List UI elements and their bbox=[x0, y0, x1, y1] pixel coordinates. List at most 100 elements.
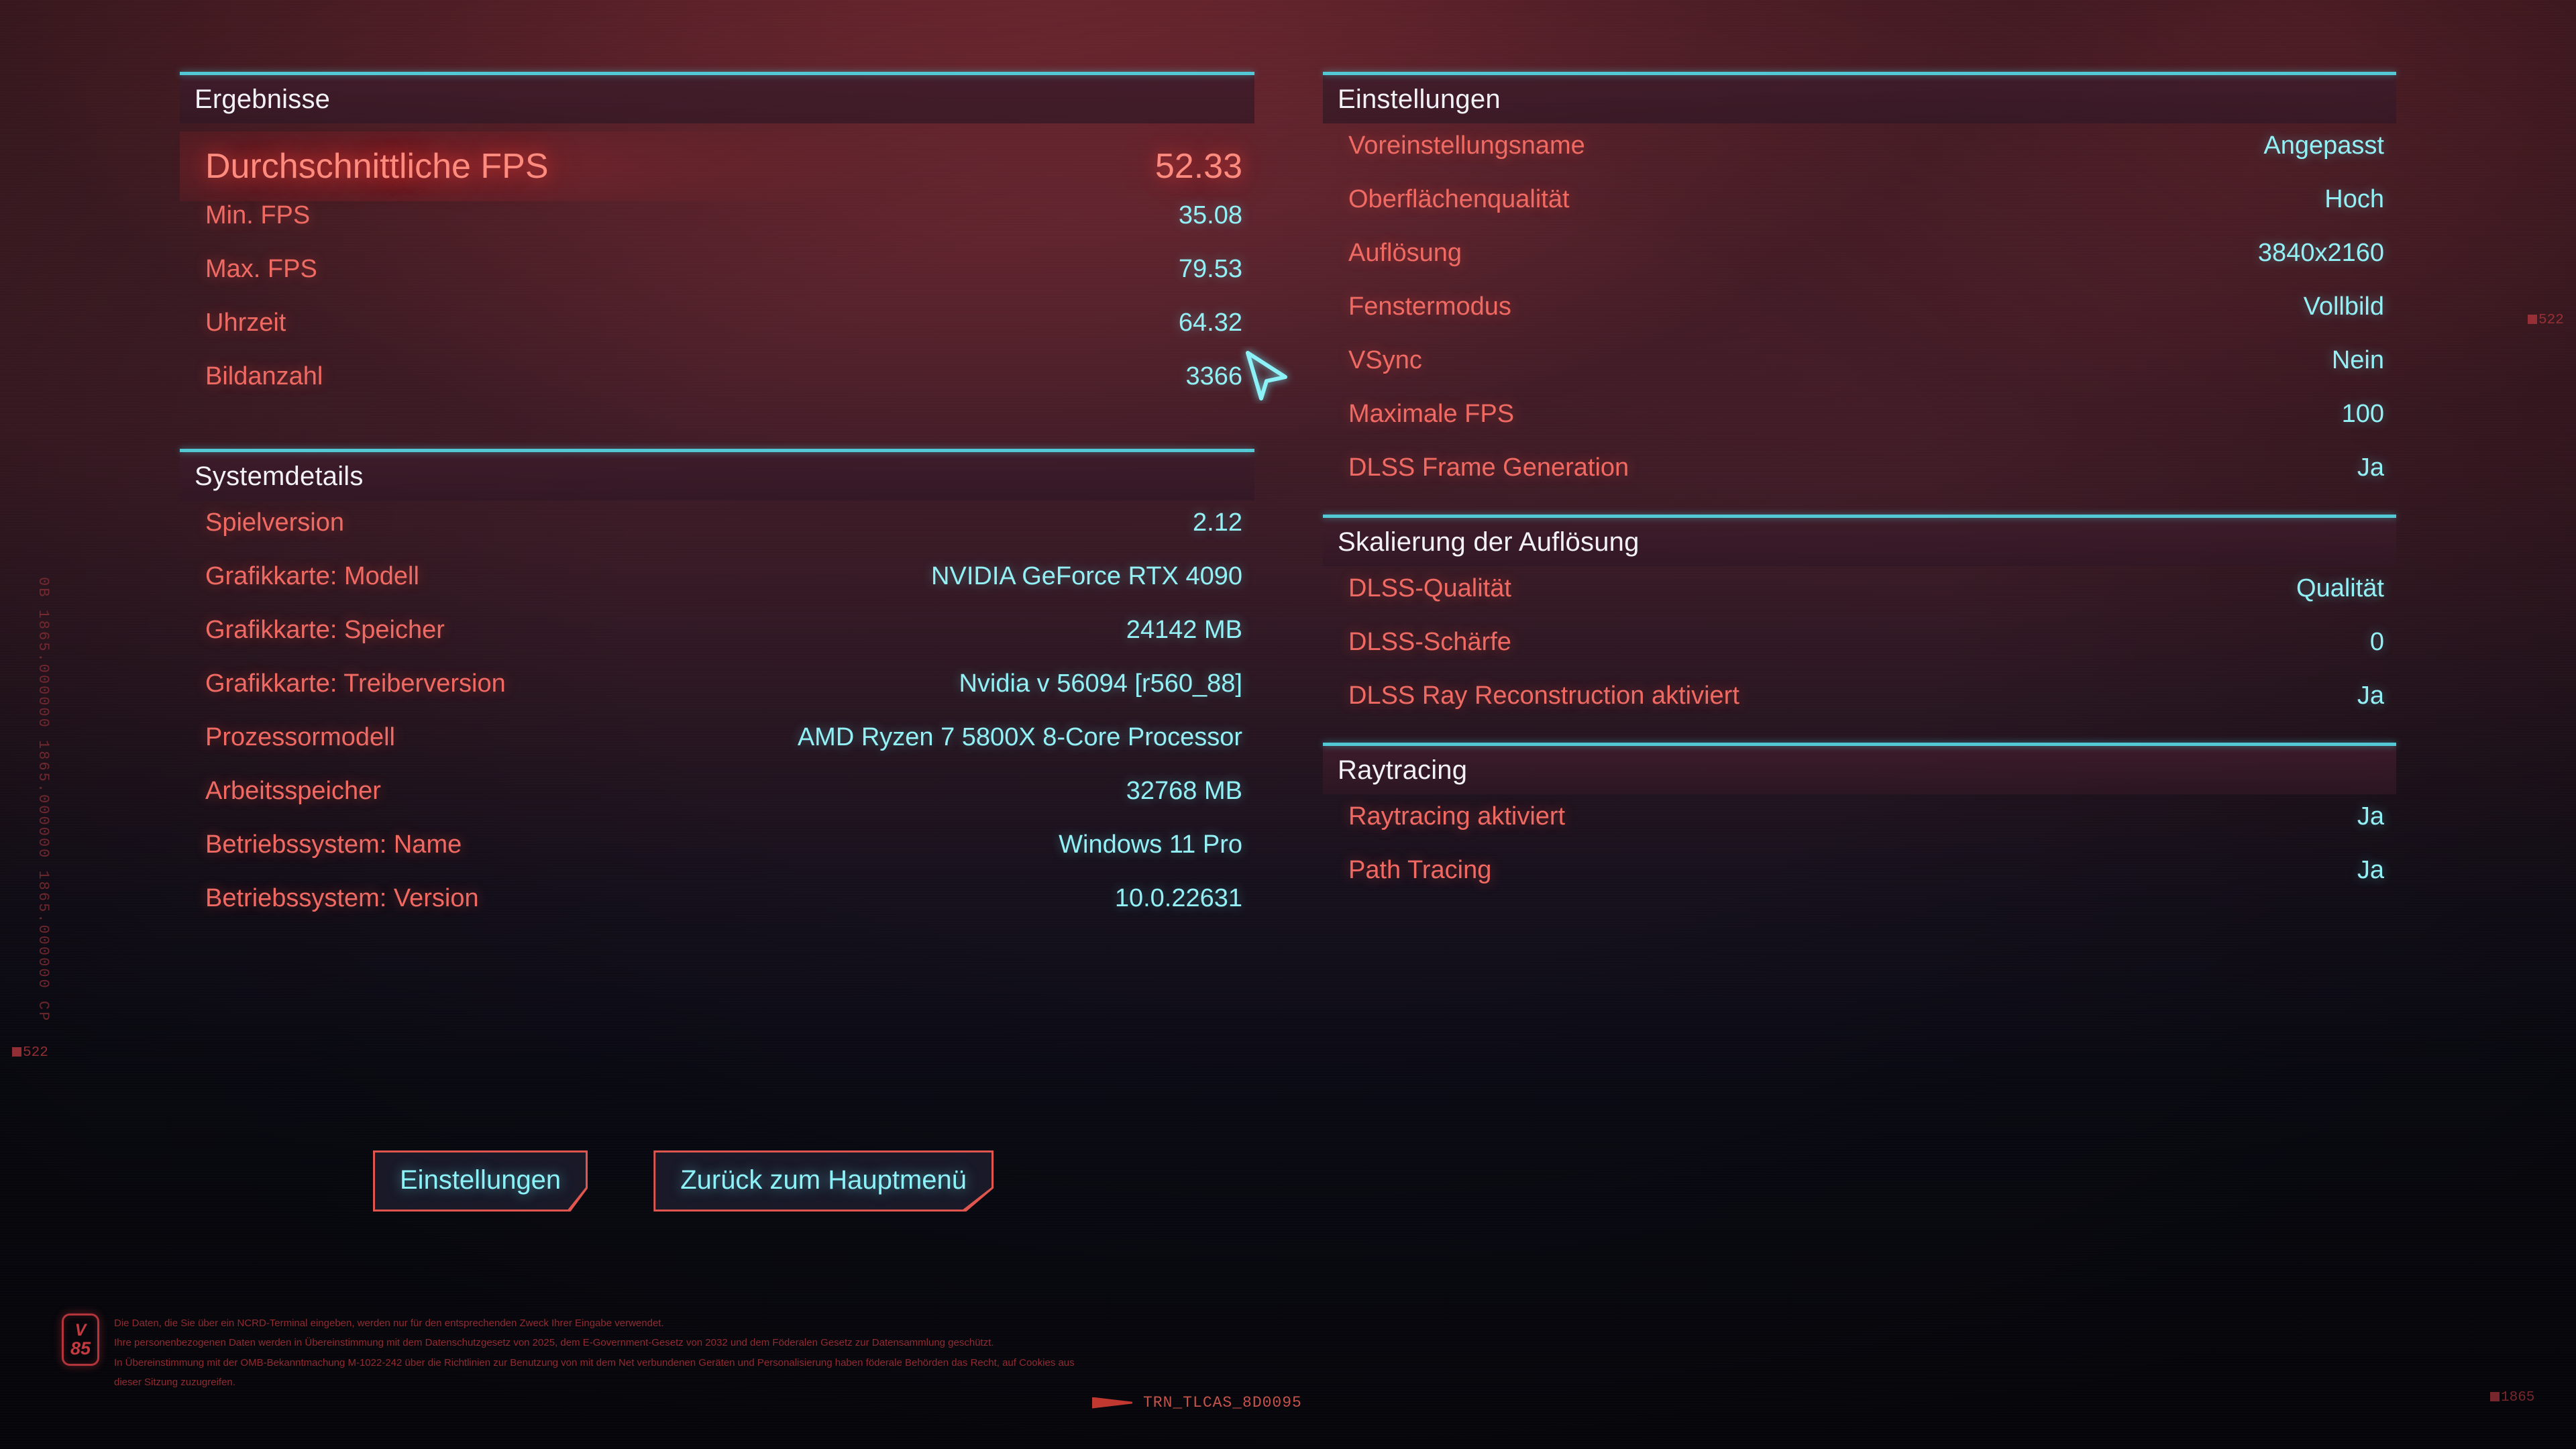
system-details-row-value: 32768 MB bbox=[1126, 777, 1242, 805]
raytracing-row-value: Ja bbox=[2357, 802, 2384, 830]
settings-button[interactable]: Einstellungen bbox=[373, 1150, 588, 1212]
deco-marker-left-label: 522 bbox=[23, 1045, 48, 1061]
settings-rows: Voreinstellungsname Angepasst Oberflächenq… bbox=[1323, 127, 2396, 507]
system-details-panel-title: Systemdetails bbox=[195, 462, 364, 491]
results-panel-header: Ergebnisse bbox=[180, 72, 1254, 123]
deco-square-icon bbox=[2528, 315, 2537, 324]
right-column: Einstellungen Voreinstellungsname Angepas… bbox=[1323, 72, 2396, 910]
footer-legal-block: V 85 Die Daten, die Sie über ein NCRD-Te… bbox=[62, 1313, 1075, 1392]
results-row: Max. FPS 79.53 bbox=[180, 255, 1254, 309]
legal-text-line: In Übereinstimmung mit der OMB-Bekanntma… bbox=[114, 1356, 1075, 1368]
system-details-row-label: Betriebssystem: Version bbox=[205, 884, 479, 912]
settings-row-value: Hoch bbox=[2324, 185, 2384, 213]
results-row-value: 52.33 bbox=[1155, 147, 1242, 186]
settings-row-label: Voreinstellungsname bbox=[1348, 131, 1585, 160]
system-details-row-value: Nvidia v 56094 [r560_88] bbox=[959, 669, 1242, 698]
v85-badge-icon: V 85 bbox=[62, 1313, 99, 1366]
system-details-row-label: Spielversion bbox=[205, 508, 344, 537]
left-column: Ergebnisse Durchschnittliche FPS 52.33 Min… bbox=[180, 72, 1254, 938]
settings-button-label: Einstellungen bbox=[400, 1165, 561, 1195]
results-row: Uhrzeit 64.32 bbox=[180, 309, 1254, 362]
resolution-scaling-panel: Skalierung der Auflösung DLSS-Qualität Qu… bbox=[1323, 515, 2396, 735]
system-details-panel-header: Systemdetails bbox=[180, 449, 1254, 500]
settings-row: Voreinstellungsname Angepasst bbox=[1323, 131, 2396, 185]
results-row-label: Bildanzahl bbox=[205, 362, 323, 390]
settings-row-label: DLSS Frame Generation bbox=[1348, 453, 1629, 482]
resolution-scaling-row: DLSS-Qualität Qualität bbox=[1323, 574, 2396, 628]
settings-row-value: Angepasst bbox=[2263, 131, 2384, 160]
system-details-row-label: Grafikkarte: Speicher bbox=[205, 616, 445, 644]
v85-badge-top: V bbox=[74, 1320, 87, 1340]
resolution-scaling-row-value: 0 bbox=[2369, 628, 2384, 656]
settings-row-value: 100 bbox=[2341, 400, 2384, 428]
raytracing-panel: Raytracing Raytracing aktiviert Ja Path Tr… bbox=[1323, 743, 2396, 910]
v85-badge-bottom: 85 bbox=[70, 1338, 91, 1358]
system-details-row-value: Windows 11 Pro bbox=[1059, 830, 1242, 859]
raytracing-panel-header: Raytracing bbox=[1323, 743, 2396, 794]
raytracing-row-label: Path Tracing bbox=[1348, 856, 1492, 884]
results-row-label: Uhrzeit bbox=[205, 309, 286, 337]
resolution-scaling-panel-header: Skalierung der Auflösung bbox=[1323, 515, 2396, 566]
system-details-row-value: 10.0.22631 bbox=[1114, 884, 1242, 912]
footer-code-label: TRN_TLCAS_8D0095 bbox=[1143, 1394, 1302, 1411]
settings-row-value: Ja bbox=[2357, 453, 2384, 482]
resolution-scaling-row-value: Qualität bbox=[2296, 574, 2384, 602]
results-rows: Durchschnittliche FPS 52.33 Min. FPS 35.08 M… bbox=[180, 127, 1254, 416]
settings-row: Maximale FPS 100 bbox=[1323, 400, 2396, 453]
resolution-scaling-row: DLSS-Schärfe 0 bbox=[1323, 628, 2396, 682]
raytracing-row: Raytracing aktiviert Ja bbox=[1323, 802, 2396, 856]
system-details-rows: Spielversion 2.12 Grafikkarte: Modell NVIDI… bbox=[180, 504, 1254, 938]
back-to-main-menu-button[interactable]: Zurück zum Hauptmenü bbox=[653, 1150, 994, 1212]
results-row-label: Durchschnittliche FPS bbox=[205, 147, 549, 186]
deco-square-icon bbox=[2490, 1392, 2500, 1401]
settings-row-label: Auflösung bbox=[1348, 239, 1462, 267]
raytracing-panel-title: Raytracing bbox=[1338, 755, 1468, 785]
settings-row-label: VSync bbox=[1348, 346, 1422, 374]
system-details-row: Prozessormodell AMD Ryzen 7 5800X 8-Core … bbox=[180, 723, 1254, 777]
system-details-row: Grafikkarte: Modell NVIDIA GeForce RTX 40… bbox=[180, 562, 1254, 616]
system-details-row-value: 24142 MB bbox=[1126, 616, 1242, 644]
results-row-value: 64.32 bbox=[1178, 309, 1242, 337]
system-details-row-label: Grafikkarte: Treiberversion bbox=[205, 669, 506, 698]
settings-row: Auflösung 3840x2160 bbox=[1323, 239, 2396, 292]
results-row-value: 3366 bbox=[1185, 362, 1242, 390]
button-bar: Einstellungen Zurück zum Hauptmenü bbox=[373, 1150, 994, 1212]
resolution-scaling-row-label: DLSS-Qualität bbox=[1348, 574, 1511, 602]
vertical-code-text: 0B 1865.000000 1865.000000 1865.000000 C… bbox=[35, 577, 52, 1023]
system-details-row-label: Betriebssystem: Name bbox=[205, 830, 462, 859]
back-to-main-menu-button-label: Zurück zum Hauptmenü bbox=[680, 1165, 967, 1195]
results-panel: Ergebnisse Durchschnittliche FPS 52.33 Min… bbox=[180, 72, 1254, 416]
deco-marker-right-label: 522 bbox=[2538, 313, 2564, 328]
deco-square-icon bbox=[12, 1047, 21, 1057]
footer-code-block: TRN_TLCAS_8D0095 bbox=[1092, 1394, 1302, 1411]
raytracing-row-value: Ja bbox=[2357, 856, 2384, 884]
settings-row-value: 3840x2160 bbox=[2257, 239, 2384, 267]
settings-row-value: Nein bbox=[2331, 346, 2384, 374]
system-details-row: Spielversion 2.12 bbox=[180, 508, 1254, 562]
resolution-scaling-row-label: DLSS Ray Reconstruction aktiviert bbox=[1348, 682, 1739, 710]
system-details-row-label: Arbeitsspeicher bbox=[205, 777, 381, 805]
system-details-panel: Systemdetails Spielversion 2.12 Grafikkart… bbox=[180, 449, 1254, 938]
settings-row: Fenstermodus Vollbild bbox=[1323, 292, 2396, 346]
deco-marker-left: 522 bbox=[12, 1045, 48, 1061]
raytracing-row: Path Tracing Ja bbox=[1323, 856, 2396, 910]
system-details-row-label: Prozessormodell bbox=[205, 723, 395, 751]
settings-row-value: Vollbild bbox=[2303, 292, 2384, 321]
results-row-value: 35.08 bbox=[1178, 201, 1242, 229]
resolution-scaling-rows: DLSS-Qualität Qualität DLSS-Schärfe 0 DLSS R… bbox=[1323, 570, 2396, 735]
settings-row: VSync Nein bbox=[1323, 346, 2396, 400]
results-row: Durchschnittliche FPS 52.33 bbox=[180, 131, 1254, 201]
legal-text-line: Die Daten, die Sie über ein NCRD-Termina… bbox=[114, 1318, 664, 1329]
raytracing-rows: Raytracing aktiviert Ja Path Tracing Ja bbox=[1323, 798, 2396, 910]
wedge-arrow-icon bbox=[1092, 1397, 1132, 1409]
legal-text-line: dieser Sitzung zuzugreifen. bbox=[114, 1376, 235, 1388]
deco-marker-bottom-label: 1865 bbox=[2501, 1390, 2535, 1405]
settings-panel-header: Einstellungen bbox=[1323, 72, 2396, 123]
results-row-label: Min. FPS bbox=[205, 201, 311, 229]
system-details-row-value: NVIDIA GeForce RTX 4090 bbox=[931, 562, 1242, 590]
legal-text: Die Daten, die Sie über ein NCRD-Termina… bbox=[114, 1313, 1075, 1392]
settings-row: Oberflächenqualität Hoch bbox=[1323, 185, 2396, 239]
results-row-value: 79.53 bbox=[1178, 255, 1242, 283]
raytracing-row-label: Raytracing aktiviert bbox=[1348, 802, 1566, 830]
